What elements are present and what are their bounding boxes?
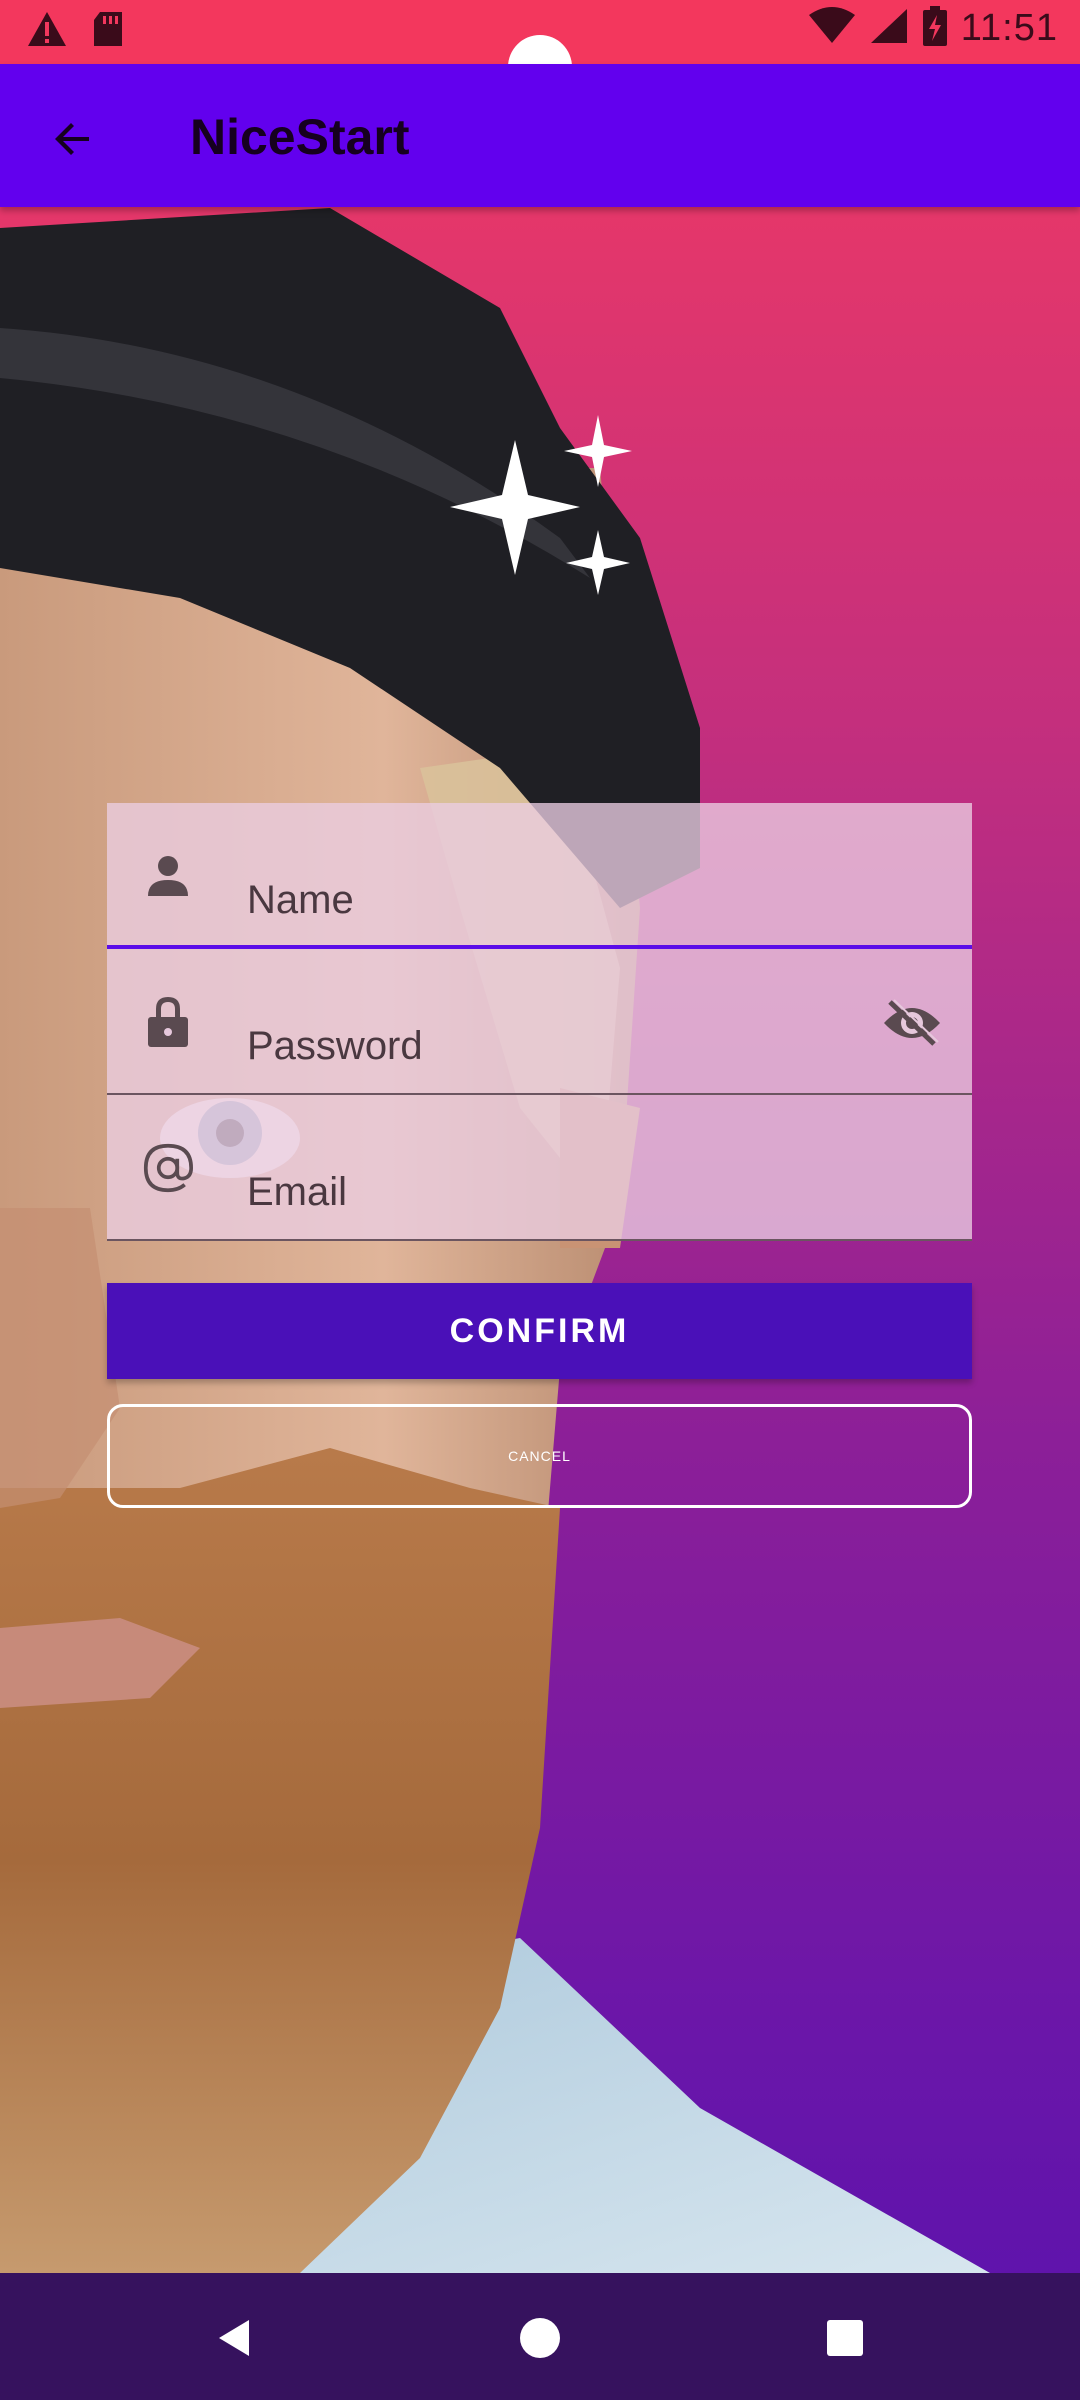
app-title: NiceStart [190, 109, 410, 165]
back-triangle-icon [219, 2320, 249, 2356]
password-input[interactable] [245, 1023, 849, 1070]
sd-card-icon [92, 10, 124, 53]
email-input[interactable] [245, 1169, 849, 1216]
recents-square-icon [827, 2320, 863, 2356]
home-circle-icon [520, 2318, 560, 2358]
sparkle-icon [450, 415, 632, 595]
login-form [107, 803, 972, 1241]
status-time: 11:51 [960, 7, 1058, 49]
nav-back-button[interactable] [200, 2303, 270, 2373]
signal-icon [869, 7, 909, 50]
arrow-back-icon [55, 123, 89, 155]
back-button[interactable] [38, 104, 108, 174]
password-field[interactable] [107, 949, 972, 1095]
login-screen: 11:51 NiceStart Name Email CONFIRM CANCE… [0, 0, 1080, 2400]
confirm-button[interactable]: CONFIRM [107, 1283, 972, 1379]
nav-recents-button[interactable] [810, 2303, 880, 2373]
eye-off-icon[interactable] [880, 991, 944, 1055]
app-bar: NiceStart [0, 64, 1080, 207]
person-icon [143, 851, 193, 901]
at-sign-icon [143, 1143, 193, 1193]
alert-icon [26, 10, 68, 53]
battery-charging-icon [922, 6, 947, 51]
nav-home-button[interactable] [505, 2303, 575, 2373]
name-input[interactable] [245, 877, 849, 924]
lock-icon [143, 997, 193, 1047]
cancel-button[interactable]: CANCEL [107, 1404, 972, 1508]
navigation-bar [0, 2273, 1080, 2400]
name-field[interactable] [107, 803, 972, 949]
wifi-icon [808, 7, 855, 50]
email-field[interactable] [107, 1095, 972, 1241]
